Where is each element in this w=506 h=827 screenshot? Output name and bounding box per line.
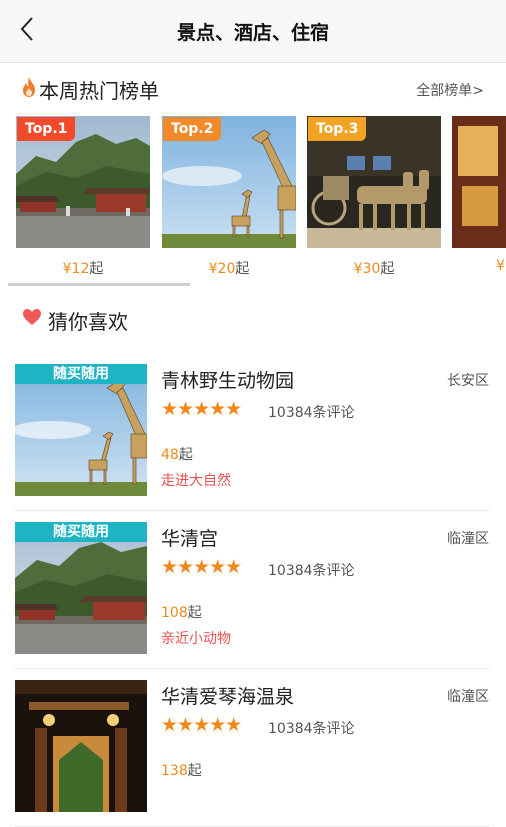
price: ¥30起	[307, 258, 441, 278]
hot-ranking-header: 本周热门榜单 全部榜单>	[0, 62, 506, 114]
item-slogan: 亲近小动物	[161, 631, 231, 647]
price: ¥12起	[16, 258, 150, 278]
price: 108起	[161, 602, 202, 622]
top-bar: 景点、酒店、住宿	[0, 0, 506, 63]
scroll-indicator	[8, 283, 190, 286]
page-title: 景点、酒店、住宿	[176, 22, 329, 44]
list-item[interactable]: 随买随用 青林野生动物园 长安区 ★★★★★ 10384条评论 48起 走进大自…	[14, 356, 490, 511]
list-item[interactable]: 华清爱琴海温泉 临潼区 ★★★★★ 10384条评论 138起	[14, 672, 490, 827]
review-count: 10384条评论	[268, 405, 355, 421]
price-value: 48	[161, 447, 179, 463]
top-ranking-list: Top.1 ¥12起 Top.2 ¥20起 Top.3 ¥30起 ¥	[0, 116, 506, 288]
attraction-image	[15, 680, 147, 812]
item-slogan: 走进大自然	[161, 473, 231, 489]
top-card[interactable]: ¥	[452, 116, 506, 284]
price-value: ¥20	[208, 261, 236, 277]
price-value: 138	[161, 763, 188, 779]
item-tag: 随买随用	[15, 522, 147, 542]
star-rating: ★★★★★	[161, 714, 242, 736]
item-district: 临潼区	[447, 689, 489, 705]
item-tag: 随买随用	[15, 364, 147, 384]
price: 138起	[161, 760, 202, 780]
price-unit: 起	[89, 261, 104, 277]
price-unit: 起	[235, 261, 250, 277]
item-name: 华清爱琴海温泉	[161, 686, 295, 708]
rank-badge: Top.1	[17, 117, 76, 141]
price: ¥20起	[162, 258, 296, 278]
price-unit: 起	[187, 605, 202, 621]
list-item[interactable]: 随买随用 华清宫 临潼区 ★★★★★ 10384条评论 108起 亲近小动物	[14, 514, 490, 669]
top-card[interactable]: Top.3 ¥30起	[307, 116, 441, 284]
attraction-image	[452, 116, 506, 248]
attraction-image: Top.2	[162, 116, 296, 248]
item-district: 临潼区	[447, 531, 489, 547]
hot-ranking-title: 本周热门榜单	[39, 79, 159, 103]
price-unit: 起	[380, 261, 395, 277]
item-name: 青林野生动物园	[161, 370, 295, 392]
attraction-image: 随买随用	[15, 364, 147, 496]
review-count: 10384条评论	[268, 563, 355, 579]
attraction-image: 随买随用	[15, 522, 147, 654]
price-unit: 起	[178, 447, 193, 463]
item-district: 长安区	[447, 373, 489, 389]
price-value: 108	[161, 605, 188, 621]
guess-title: 猜你喜欢	[48, 310, 128, 334]
attraction-image: Top.1	[16, 116, 150, 248]
top-card[interactable]: Top.1 ¥12起	[16, 116, 150, 284]
item-name: 华清宫	[161, 528, 219, 550]
price-value: ¥	[496, 258, 505, 274]
price: 48起	[161, 444, 193, 464]
price: ¥	[452, 258, 506, 274]
heart-icon	[23, 309, 41, 325]
star-rating: ★★★★★	[161, 556, 242, 578]
attraction-image: Top.3	[307, 116, 441, 248]
price-value: ¥12	[62, 261, 90, 277]
review-count: 10384条评论	[268, 721, 355, 737]
rank-badge: Top.3	[308, 117, 367, 141]
rank-badge: Top.2	[163, 117, 222, 141]
price-unit: 起	[187, 763, 202, 779]
price-value: ¥30	[353, 261, 381, 277]
all-rankings-link[interactable]: 全部榜单>	[416, 80, 484, 100]
star-rating: ★★★★★	[161, 398, 242, 420]
flame-icon	[23, 77, 35, 97]
top-card[interactable]: Top.2 ¥20起	[162, 116, 296, 284]
guess-header: 猜你喜欢	[0, 296, 506, 342]
